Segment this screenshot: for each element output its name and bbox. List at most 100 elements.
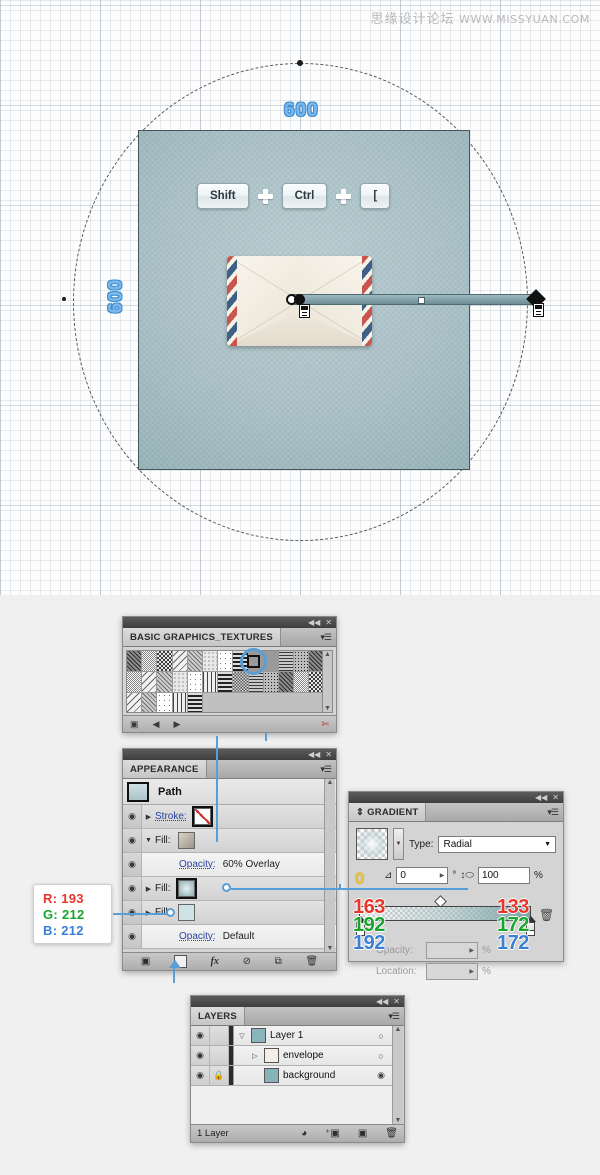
layer-lock-icon[interactable] [210,1046,229,1065]
gradient-type-select[interactable]: Radial ▼ [438,835,556,853]
layer-visibility-icon[interactable]: ◉ [191,1066,210,1085]
appearance-scrollbar[interactable]: ▲ ▼ [324,779,335,952]
appearance-row[interactable]: ◉ Opacity: 60% Overlay [123,853,336,877]
delete-icon[interactable]: ✄ [321,719,329,730]
gradient-midpoint-handle[interactable] [418,297,425,304]
texture-swatch[interactable] [233,672,249,693]
add-new-stroke-icon[interactable]: ▣ [141,956,150,967]
texture-swatch[interactable] [248,672,264,693]
layer-row[interactable]: ◉ 🔒 background ◉ [191,1066,392,1086]
layer-main[interactable]: ▷ envelope [234,1046,370,1065]
appearance-row-label[interactable]: Stroke: [155,811,187,822]
layers-panel[interactable]: ◀◀ ✕ LAYERS ▾☰ ◉ ▽ Layer 1 ○ ◉ ▷ envelope ○ ◉ 🔒 ba… [190,995,405,1143]
texture-swatch[interactable] [187,651,203,672]
appearance-row-list[interactable]: ◉ ▶ Stroke: ◉ ▼ Fill: ◉ Opacity: 60% Overlay ◉ ▶ Fi… [123,805,336,949]
layer-name[interactable]: background [283,1070,335,1081]
gradient-preview-thumbnail[interactable] [356,828,388,860]
delete-item-icon[interactable]: 🗑 [305,956,318,967]
scroll-down-icon[interactable]: ▼ [327,945,334,952]
layer-visibility-icon[interactable]: ◉ [191,1026,210,1045]
selected-texture-swatch[interactable] [247,655,260,668]
layer-target-indicator[interactable]: ○ [370,1026,392,1045]
texture-swatch[interactable] [187,693,203,712]
texture-swatch[interactable] [172,672,188,693]
circle-anchor-top[interactable] [297,60,303,66]
texture-swatch[interactable] [127,651,143,672]
panel-menu-icon[interactable]: ▾☰ [315,760,336,778]
texture-swatch[interactable] [278,672,295,693]
texture-swatch[interactable] [157,651,173,672]
reverse-gradient-icon[interactable]: 0 [355,865,380,888]
collapse-icon[interactable]: ◀◀ [535,793,547,802]
visibility-eye-icon[interactable]: ◉ [123,829,142,852]
texture-swatch[interactable] [142,693,158,712]
duplicate-item-icon[interactable]: ⧉ [275,956,282,967]
appearance-panel[interactable]: ◀◀ ✕ APPEARANCE ▾☰ Path ◉ ▶ Stroke: ◉ ▼ Fill:… [122,748,337,971]
stepper-icon[interactable]: ▶ [440,872,445,879]
texture-swatch[interactable] [157,672,173,693]
texture-swatch[interactable] [127,672,143,693]
create-new-sublayer-icon[interactable]: ⁺▣ [325,1128,340,1139]
texture-swatch[interactable] [172,651,188,672]
gradient-aspect-input[interactable]: 100 [477,866,530,884]
gradient-opacity-input[interactable]: ▶ [426,942,478,959]
visibility-eye-icon[interactable]: ◉ [123,805,142,828]
layer-main[interactable]: ▽ Layer 1 [234,1026,370,1045]
gradient-drag-line[interactable] [291,294,539,305]
disclosure-triangle-icon[interactable]: ▶ [142,885,155,893]
panel-menu-icon[interactable]: ▾☰ [542,803,563,821]
texture-swatch[interactable] [278,651,295,672]
circle-anchor-left[interactable] [62,297,66,301]
tab-gradient[interactable]: ⇕ GRADIENT [349,803,427,821]
visibility-eye-icon[interactable]: ◉ [123,877,142,900]
textures-swatch-panel[interactable]: ◀◀ ✕ BASIC GRAPHICS_TEXTURES ▾☰ ▲ ▼ ▣ ◀ … [122,616,337,733]
layer-name[interactable]: envelope [283,1050,324,1061]
add-effect-icon[interactable]: fx [211,956,219,967]
visibility-eye-icon[interactable]: ◉ [123,853,142,876]
scroll-up-icon[interactable]: ▲ [324,651,331,658]
texture-swatch-grid[interactable] [127,651,323,712]
collapse-icon[interactable]: ◀◀ [308,750,320,759]
appearance-fill-texture-swatch[interactable] [177,832,195,849]
texture-swatch[interactable] [218,672,234,693]
layers-scrollbar[interactable]: ▲ ▼ [392,1026,403,1124]
layer-row[interactable]: ◉ ▷ envelope ○ [191,1046,392,1066]
panel-menu-icon[interactable]: ▾☰ [383,1007,404,1025]
scroll-down-icon[interactable]: ▼ [395,1117,402,1124]
scroll-up-icon[interactable]: ▲ [395,1026,402,1033]
texture-swatch[interactable] [157,693,173,712]
appearance-row-label[interactable]: Opacity: [179,859,216,870]
collapse-icon[interactable]: ◀◀ [308,618,320,627]
disclosure-triangle-icon[interactable]: ▼ [142,837,155,844]
appearance-stroke-none-swatch[interactable] [191,806,213,827]
delete-selection-icon[interactable]: 🗑 [385,1128,398,1139]
scroll-up-icon[interactable]: ▲ [327,779,334,786]
appearance-row[interactable]: ◉ ▼ Fill: [123,829,336,853]
clear-appearance-icon[interactable]: ⊘ [243,956,251,967]
layer-target-indicator[interactable]: ○ [370,1046,392,1065]
close-icon[interactable]: ✕ [325,618,332,627]
layer-target-indicator[interactable]: ◉ [370,1066,392,1085]
texture-swatch[interactable] [187,672,203,693]
texture-swatch[interactable] [202,651,219,672]
gradient-presets-dropdown-icon[interactable]: ▼ [393,828,404,860]
appearance-row[interactable]: ◉ Opacity: Default [123,925,336,949]
layer-lock-icon[interactable] [210,1026,229,1045]
stepper-icon[interactable]: ▶ [469,968,474,975]
layer-row[interactable]: ◉ ▽ Layer 1 ○ [191,1026,392,1046]
tab-basic-graphics-textures[interactable]: BASIC GRAPHICS_TEXTURES [123,628,281,646]
tab-appearance[interactable]: APPEARANCE [123,760,207,778]
illustrator-canvas[interactable]: 思缘设计论坛 WWW.MISSYUAN.COM 600 600 Shift Ct… [0,0,600,595]
layer-lock-icon[interactable]: 🔒 [210,1066,229,1085]
texture-swatch[interactable] [142,651,158,672]
texture-swatch[interactable] [294,651,310,672]
layer-disclosure-icon[interactable]: ▷ [250,1052,260,1060]
visibility-eye-icon[interactable]: ◉ [123,925,142,948]
prev-icon[interactable]: ◀ [153,719,160,730]
layers-row-list[interactable]: ◉ ▽ Layer 1 ○ ◉ ▷ envelope ○ ◉ 🔒 background ◉ [191,1026,392,1124]
appearance-fill-solid-swatch[interactable] [177,904,195,921]
create-new-layer-icon[interactable]: ▣ [358,1128,367,1139]
texture-swatch[interactable] [202,672,219,693]
scroll-down-icon[interactable]: ▼ [324,705,331,712]
layer-name[interactable]: Layer 1 [270,1030,303,1041]
